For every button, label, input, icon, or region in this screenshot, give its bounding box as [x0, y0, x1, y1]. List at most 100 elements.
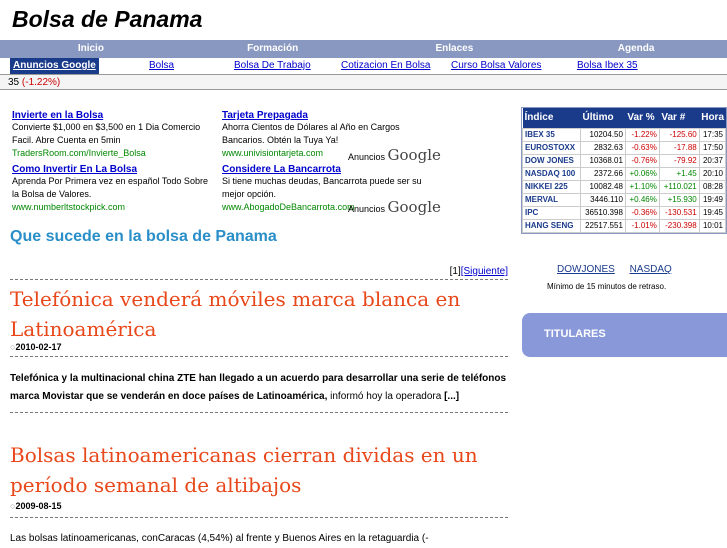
article-title[interactable]: Bolsas latinoamericanas cierran dividas … [10, 440, 510, 500]
nasdaq-link[interactable]: NASDAQ [630, 264, 672, 275]
market-row[interactable]: EUROSTOXX 2832.63 -0.63% -17.88 17:50 [522, 140, 727, 155]
ticker-value: (-1.22%) [21, 77, 61, 88]
index-name[interactable]: DOW JONES [522, 153, 581, 168]
anuncios-google-label[interactable]: Anuncios Google [10, 58, 99, 74]
article-date-text: 2009-08-15 [15, 501, 62, 511]
ad-body: Ahorra Cientos de Dólares al Año en Carg… [222, 122, 400, 145]
ad-link-cotizacion[interactable]: Cotizacion En Bolsa [341, 58, 431, 74]
index-name[interactable]: HANG SENG [522, 218, 581, 233]
market-table-body: IBEX 35 10204.50 -1.22% -125.60 17:35 EUROSTO… [522, 127, 727, 233]
change-num: +1.45 [658, 166, 700, 181]
ads-block: Invierte en la Bolsa Convierte $1,000 en… [12, 110, 512, 218]
col-var-num: Var # [659, 108, 700, 128]
ad-title[interactable]: Considere La Bancarrota [222, 164, 427, 175]
article-date: ○2009-08-15 [10, 501, 61, 511]
ticker-prefix: 35 [8, 77, 20, 88]
article-text: informó hoy la operadora [327, 391, 445, 402]
ads-by-label: Anuncios [348, 204, 386, 214]
ads-by-google[interactable]: Anuncios Google [348, 146, 441, 164]
market-row[interactable]: HANG SENG 22517.551 -1.01% -230.398 10:01 [522, 218, 727, 233]
change-pct: +1.10% [624, 179, 660, 194]
time: 17:35 [698, 127, 727, 142]
ad-title[interactable]: Como Invertir En La Bolsa [12, 164, 217, 175]
divider [10, 412, 508, 413]
change-pct: +0.06% [624, 166, 660, 181]
change-pct: -1.01% [624, 218, 660, 233]
index-name[interactable]: NASDAQ 100 [522, 166, 581, 181]
article-body: Telefónica y la multinacional china ZTE … [10, 370, 510, 406]
site-title: Bolsa de Panama [12, 6, 203, 32]
col-ultimo: Último [580, 108, 626, 128]
time: 20:37 [698, 153, 727, 168]
ad-url[interactable]: www.numberltstockpick.com [12, 201, 217, 212]
article-body: Las bolsas latinoamericanas, conCaracas … [10, 533, 429, 544]
main-nav: Inicio Formación Enlaces Agenda [0, 40, 727, 58]
time: 20:10 [698, 166, 727, 181]
pager-next-link[interactable]: [Siguiente] [461, 266, 508, 277]
index-name[interactable]: IPC [522, 205, 581, 220]
pager: [1][Siguiente] [10, 266, 508, 280]
ad-url[interactable]: TradersRoom.com/Invierte_Bolsa [12, 147, 217, 158]
divider [10, 517, 508, 518]
ad-item: Invierte en la Bolsa Convierte $1,000 en… [12, 110, 217, 158]
market-row[interactable]: DOW JONES 10368.01 -0.76% -79.92 20:37 [522, 153, 727, 168]
divider [10, 356, 508, 357]
index-name[interactable]: IBEX 35 [522, 127, 581, 142]
last-value: 10082.48 [579, 179, 626, 194]
change-num: -17.88 [658, 140, 700, 155]
ad-link-bolsa-de-trabajo[interactable]: Bolsa De Trabajo [234, 58, 311, 74]
change-pct: -1.22% [624, 127, 660, 142]
ad-link-curso[interactable]: Curso Bolsa Valores [451, 58, 541, 74]
last-value: 10368.01 [579, 153, 626, 168]
article-title[interactable]: Telefónica venderá móviles marca blanca … [10, 284, 510, 344]
market-row[interactable]: NASDAQ 100 2372.66 +0.06% +1.45 20:10 [522, 166, 727, 181]
ad-item: Como Invertir En La Bolsa Aprenda Por Pr… [12, 164, 217, 212]
ad-link-ibex[interactable]: Bolsa Ibex 35 [577, 58, 638, 74]
read-more-link[interactable]: [...] [444, 391, 459, 402]
ads-by-label: Anuncios [348, 152, 386, 162]
change-num: -125.60 [658, 127, 700, 142]
last-value: 22517.551 [579, 218, 626, 233]
change-pct: -0.76% [624, 153, 660, 168]
change-num: -230.398 [658, 218, 700, 233]
section-title: Que sucede en la bolsa de Panama [10, 228, 277, 245]
change-pct: -0.36% [624, 205, 660, 220]
ad-links-bar: Anuncios Google Bolsa Bolsa De Trabajo C… [0, 58, 727, 74]
market-row[interactable]: NIKKEI 225 10082.48 +1.10% +110.021 08:28 [522, 179, 727, 194]
article-date: ○2010-02-17 [10, 342, 61, 352]
google-logo: Google [387, 146, 441, 164]
change-num: +110.021 [658, 179, 700, 194]
time: 17:50 [698, 140, 727, 155]
ad-title[interactable]: Invierte en la Bolsa [12, 110, 217, 121]
col-indice: Índice [522, 108, 581, 128]
last-value: 36510.398 [579, 205, 626, 220]
last-value: 2832.63 [579, 140, 626, 155]
nav-inicio[interactable]: Inicio [0, 40, 182, 58]
market-row[interactable]: IBEX 35 10204.50 -1.22% -125.60 17:35 [522, 127, 727, 142]
titulares-tab[interactable]: TITULARES [522, 313, 727, 357]
last-value: 3446.110 [579, 192, 626, 207]
change-num: -79.92 [658, 153, 700, 168]
nav-agenda[interactable]: Agenda [545, 40, 727, 58]
col-hora: Hora [699, 108, 726, 128]
col-var-pct: Var % [625, 108, 660, 128]
ad-body: Convierte $1,000 en $3,500 en 1 Dia Come… [12, 122, 201, 145]
market-row[interactable]: IPC 36510.398 -0.36% -130.531 19:45 [522, 205, 727, 220]
nav-enlaces[interactable]: Enlaces [364, 40, 546, 58]
ad-title[interactable]: Tarjeta Prepagada [222, 110, 427, 121]
article-date-text: 2010-02-17 [15, 342, 62, 352]
time: 19:49 [698, 192, 727, 207]
ad-body: Aprenda Por Primera vez en español Todo … [12, 176, 208, 199]
ads-by-google[interactable]: Anuncios Google [348, 198, 441, 216]
change-pct: +0.46% [624, 192, 660, 207]
nav-formacion[interactable]: Formación [182, 40, 364, 58]
index-name[interactable]: MERVAL [522, 192, 581, 207]
ad-link-bolsa[interactable]: Bolsa [149, 58, 174, 74]
index-name[interactable]: EUROSTOXX [522, 140, 581, 155]
change-num: +15.930 [658, 192, 700, 207]
time: 08:28 [698, 179, 727, 194]
last-value: 10204.50 [579, 127, 626, 142]
market-row[interactable]: MERVAL 3446.110 +0.46% +15.930 19:49 [522, 192, 727, 207]
index-name[interactable]: NIKKEI 225 [522, 179, 581, 194]
dowjones-link[interactable]: DOWJONES [557, 264, 615, 275]
